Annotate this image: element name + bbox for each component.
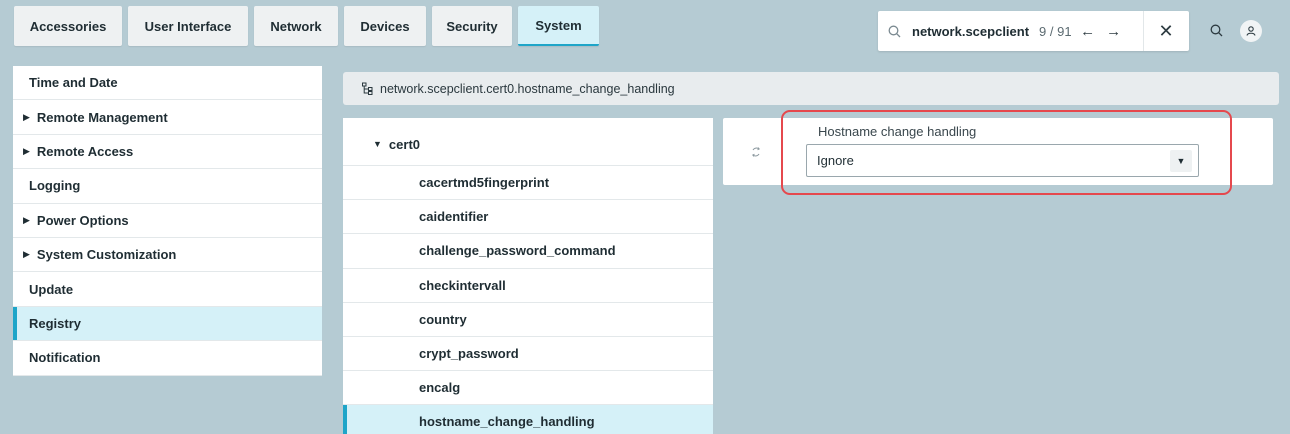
tree-item-caidentifier[interactable]: caidentifier: [343, 200, 713, 235]
sidebar-item-label: System Customization: [36, 247, 177, 263]
top-tab-bar: Accessories User Interface Network Devic…: [0, 0, 1290, 56]
sidebar-item-label: Time and Date: [29, 75, 118, 91]
sidebar-item-label: Registry: [29, 315, 82, 331]
sidebar-item-label: Update: [29, 281, 74, 297]
tree-item-country[interactable]: country: [343, 303, 713, 337]
tree-item-label: country: [419, 311, 467, 327]
tab-network[interactable]: Network: [254, 6, 338, 46]
sidebar-item-label: Remote Management: [36, 109, 168, 125]
tree-item-label: encalg: [419, 380, 461, 396]
tab-system[interactable]: System: [518, 6, 599, 46]
sidebar-item-power-options[interactable]: ▶ Power Options: [13, 204, 322, 238]
tree-item-label: hostname_change_handling: [419, 414, 595, 430]
search-input[interactable]: network.scepclient: [912, 24, 1029, 39]
tree-item-checkintervall[interactable]: checkintervall: [343, 269, 713, 303]
search-icon: [888, 25, 904, 38]
registry-breadcrumb: network.scepclient.cert0.hostname_change…: [343, 72, 1279, 105]
tree-item-label: cacertmd5fingerprint: [419, 175, 550, 191]
tree-item-hostname-change-handling[interactable]: hostname_change_handling: [343, 405, 713, 434]
settings-sidebar: Time and Date ▶ Remote Management ▶ Remote…: [13, 66, 322, 376]
user-settings-icon[interactable]: [1240, 20, 1262, 42]
breadcrumb-path: network.scepclient.cert0.hostname_change…: [380, 81, 675, 96]
tree-item-label: crypt_password: [419, 346, 519, 362]
tree-item-crypt-password[interactable]: crypt_password: [343, 337, 713, 372]
sidebar-item-logging[interactable]: Logging: [13, 169, 322, 204]
search-bar[interactable]: network.scepclient 9 / 91 ← → ✕: [878, 11, 1189, 51]
sidebar-item-registry[interactable]: Registry: [13, 306, 322, 342]
sidebar-item-time-and-date[interactable]: Time and Date: [13, 66, 322, 101]
tab-security[interactable]: Security: [432, 6, 512, 46]
sidebar-item-label: Logging: [29, 178, 81, 194]
tab-devices[interactable]: Devices: [344, 6, 426, 46]
collapse-caret-icon[interactable]: ▼: [373, 139, 382, 149]
sidebar-item-remote-management[interactable]: ▶ Remote Management: [13, 100, 322, 135]
registry-tree: ▼ cert0 cacertmd5fingerprint caidentifier…: [343, 118, 713, 434]
sidebar-item-label: Remote Access: [36, 143, 134, 159]
search-next-icon[interactable]: →: [1104, 23, 1124, 40]
highlight-outline: [781, 110, 1232, 195]
tree-item-cacertmd5fingerprint[interactable]: cacertmd5fingerprint: [343, 166, 713, 201]
search-result-count: 9 / 91: [1039, 23, 1072, 39]
tree-node-cert0[interactable]: ▼ cert0: [343, 123, 713, 166]
search-close-icon[interactable]: ✕: [1143, 11, 1189, 51]
tree-item-challenge-password-command[interactable]: challenge_password_command: [343, 234, 713, 269]
tree-item-label: caidentifier: [419, 209, 489, 225]
expand-caret-icon: ▶: [23, 214, 30, 225]
expand-caret-icon: ▶: [23, 249, 30, 260]
sidebar-item-update[interactable]: Update: [13, 272, 322, 307]
sidebar-item-system-customization[interactable]: ▶ System Customization: [13, 238, 322, 273]
sidebar-item-label: Power Options: [36, 212, 129, 228]
reset-icon[interactable]: [750, 146, 762, 161]
tree-node-label: cert0: [388, 136, 420, 152]
tab-accessories[interactable]: Accessories: [14, 6, 122, 46]
sidebar-item-label: Notification: [29, 350, 101, 366]
tree-item-label: challenge_password_command: [419, 243, 616, 259]
sidebar-item-notification[interactable]: Notification: [13, 341, 322, 376]
sidebar-item-remote-access[interactable]: ▶ Remote Access: [13, 135, 322, 170]
tree-item-label: checkintervall: [419, 277, 506, 293]
app-window: Accessories User Interface Network Devic…: [0, 0, 1290, 434]
registry-tree-icon: [361, 82, 375, 96]
expand-caret-icon: ▶: [23, 145, 30, 156]
tab-user-interface[interactable]: User Interface: [128, 6, 248, 46]
tree-item-encalg[interactable]: encalg: [343, 371, 713, 406]
global-search-icon[interactable]: [1206, 20, 1226, 40]
expand-caret-icon: ▶: [23, 111, 30, 122]
search-prev-icon[interactable]: ←: [1078, 23, 1098, 40]
